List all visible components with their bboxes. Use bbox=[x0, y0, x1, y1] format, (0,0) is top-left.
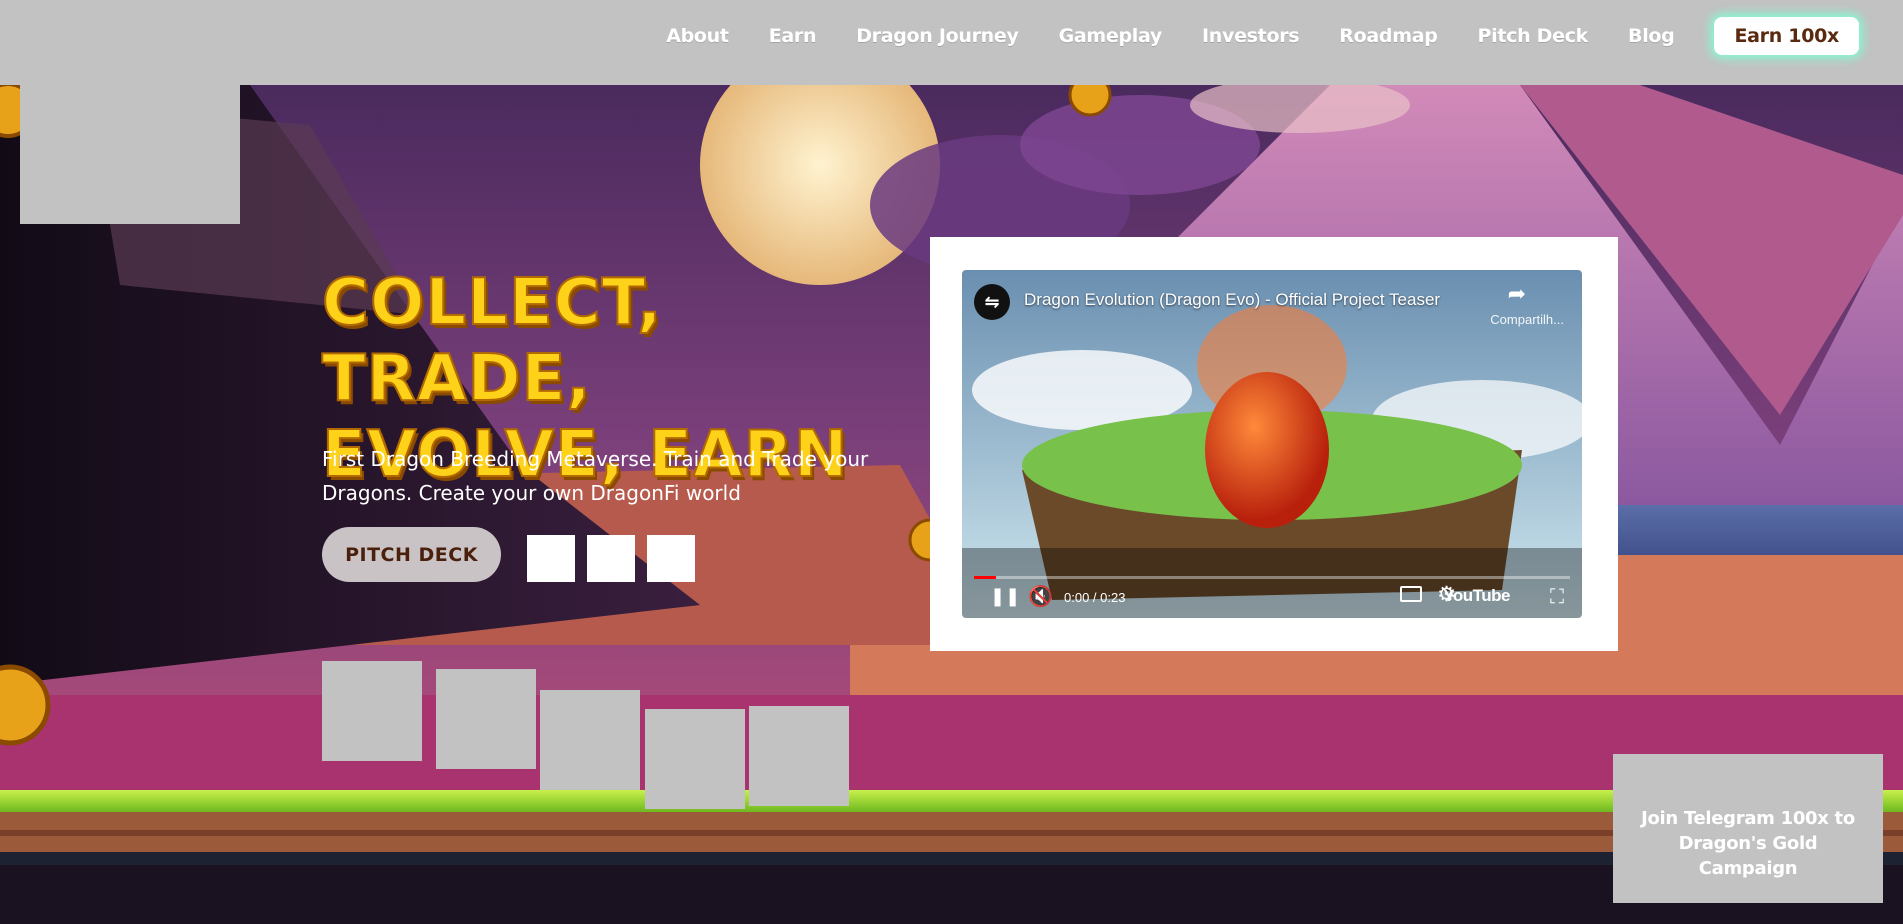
fullscreen-icon[interactable]: ⛶ bbox=[1550, 584, 1564, 608]
hero-subtitle: First Dragon Breeding Metaverse. Train a… bbox=[322, 447, 869, 505]
nav-links: About Earn Dragon Journey Gameplay Inves… bbox=[666, 17, 1859, 55]
partner-logo-1 bbox=[322, 661, 422, 761]
video-time: 0:00 / 0:23 bbox=[1064, 590, 1126, 605]
mute-icon[interactable]: 🔇 bbox=[1028, 584, 1053, 608]
earn-100x-button[interactable]: Earn 100x bbox=[1714, 17, 1859, 55]
partner-logo-3 bbox=[540, 690, 640, 790]
logo-placeholder bbox=[20, 85, 240, 224]
nav-link-investors[interactable]: Investors bbox=[1202, 25, 1300, 47]
share-icon[interactable]: ➦ bbox=[1508, 282, 1526, 307]
channel-avatar[interactable]: ⇋ bbox=[974, 284, 1010, 320]
nav-link-earn[interactable]: Earn bbox=[769, 25, 817, 47]
nav-link-about[interactable]: About bbox=[666, 25, 729, 47]
nav-link-blog[interactable]: Blog bbox=[1628, 25, 1675, 47]
pitch-deck-button[interactable]: PITCH DECK bbox=[322, 527, 501, 582]
telegram-campaign-label: Join Telegram 100x to Dragon's Gold Camp… bbox=[1641, 808, 1855, 879]
top-navbar: About Earn Dragon Journey Gameplay Inves… bbox=[0, 0, 1903, 85]
partner-logo-2 bbox=[436, 669, 536, 769]
telegram-campaign-banner[interactable]: Join Telegram 100x to Dragon's Gold Camp… bbox=[1613, 754, 1883, 903]
nav-link-roadmap[interactable]: Roadmap bbox=[1339, 25, 1438, 47]
social-icon-3[interactable] bbox=[647, 535, 695, 582]
share-label[interactable]: Compartilh... bbox=[1490, 312, 1564, 327]
nav-link-pitch-deck[interactable]: Pitch Deck bbox=[1478, 25, 1589, 47]
nav-link-dragon-journey[interactable]: Dragon Journey bbox=[856, 25, 1019, 47]
youtube-video-player[interactable]: ⇋ Dragon Evolution (Dragon Evo) - Offici… bbox=[962, 270, 1582, 618]
youtube-logo[interactable]: YouTube bbox=[1443, 586, 1510, 606]
social-icon-2[interactable] bbox=[587, 535, 635, 582]
social-icon-1[interactable] bbox=[527, 535, 575, 582]
video-frame: ⇋ Dragon Evolution (Dragon Evo) - Offici… bbox=[930, 237, 1618, 651]
pause-icon[interactable]: ❚❚ bbox=[990, 586, 1020, 607]
partner-logo-4 bbox=[645, 709, 745, 809]
video-thumbnail bbox=[962, 270, 1582, 618]
video-title[interactable]: Dragon Evolution (Dragon Evo) - Official… bbox=[1024, 290, 1440, 310]
subtitles-icon[interactable] bbox=[1400, 586, 1422, 602]
partner-logo-5 bbox=[749, 706, 849, 806]
nav-link-gameplay[interactable]: Gameplay bbox=[1059, 25, 1163, 47]
